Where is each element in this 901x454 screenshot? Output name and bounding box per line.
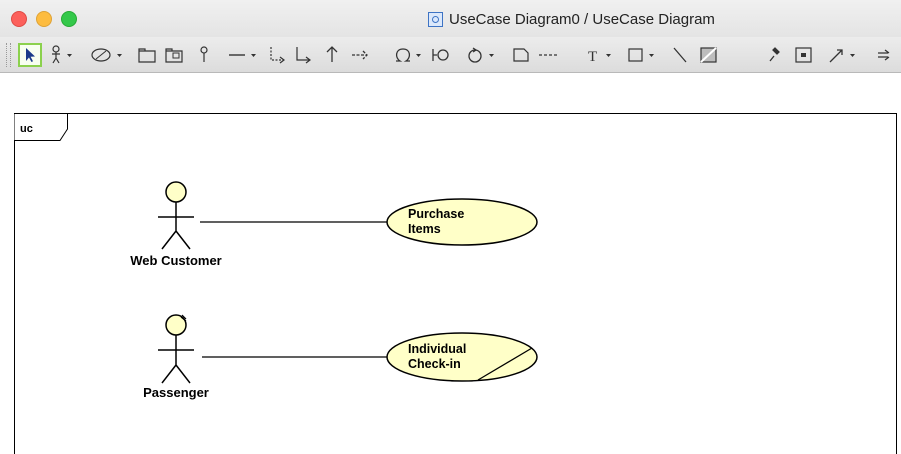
image-icon xyxy=(700,47,717,63)
actor-label-web-customer: Web Customer xyxy=(130,253,222,268)
toolbar-grip[interactable] xyxy=(6,43,11,67)
actor-web-customer[interactable] xyxy=(158,181,194,250)
subsystem-tool-button[interactable] xyxy=(163,43,185,67)
usecase-label-line: Check-in xyxy=(408,357,461,371)
pin-push-tool-button[interactable] xyxy=(764,43,784,67)
dependency-tool-button[interactable] xyxy=(349,43,371,67)
select-tool-button[interactable] xyxy=(18,43,42,67)
include-tool-button[interactable] xyxy=(292,43,314,67)
frame-label: uc xyxy=(20,123,33,135)
subsystem-icon xyxy=(165,48,183,63)
rectangle-tool-button[interactable] xyxy=(626,43,666,67)
usecase-tool-button[interactable] xyxy=(88,43,128,67)
minimize-window-button[interactable] xyxy=(36,11,52,27)
overflow-icon xyxy=(878,49,890,61)
image-tool-button[interactable] xyxy=(698,43,720,67)
text-tool-button[interactable]: T xyxy=(584,43,620,67)
actor-body xyxy=(158,335,194,384)
control-tool-button[interactable] xyxy=(464,43,500,67)
actor-icon xyxy=(52,45,72,64)
note-icon xyxy=(513,48,529,62)
window-title-group: UseCase Diagram0 / UseCase Diagram xyxy=(428,9,715,29)
title-bar[interactable]: UseCase Diagram0 / UseCase Diagram xyxy=(0,0,901,37)
rectangle-icon xyxy=(628,48,654,62)
frame-icon xyxy=(795,47,812,63)
right-arrow-icon xyxy=(352,50,368,60)
uc-frame[interactable] xyxy=(14,113,897,454)
diagonal-arrow-icon xyxy=(829,49,855,63)
usecase-label-line: Items xyxy=(408,222,441,236)
actor-tool-button[interactable] xyxy=(48,43,80,67)
more-tool-button[interactable] xyxy=(874,43,898,67)
actor-body xyxy=(158,202,194,250)
usecase-label-purchase-items: Purchase Items xyxy=(408,207,464,237)
association-line-icon xyxy=(229,54,256,57)
control-icon xyxy=(468,47,494,63)
usecase-ellipse-icon xyxy=(91,48,122,62)
connector-tool-button[interactable] xyxy=(826,43,866,67)
extend-tool-button[interactable] xyxy=(266,43,288,67)
line-tool-button[interactable] xyxy=(670,43,690,67)
extend-arrow-icon xyxy=(270,47,285,64)
note-tool-button[interactable] xyxy=(510,43,532,67)
association-tool-button[interactable] xyxy=(226,43,262,67)
realization-tool-button[interactable] xyxy=(430,43,452,67)
diagram-toolbar: T xyxy=(0,37,901,73)
pin-tool-button[interactable] xyxy=(194,43,214,67)
maximize-window-button[interactable] xyxy=(61,11,77,27)
frame-tool-button[interactable] xyxy=(793,43,815,67)
arrow-pointer-icon xyxy=(26,48,35,62)
actor-label-passenger: Passenger xyxy=(143,385,209,400)
generalization-tool-button[interactable] xyxy=(322,43,342,67)
app-window: UseCase Diagram0 / UseCase Diagram T uc … xyxy=(0,0,901,454)
pushpin-icon xyxy=(769,47,780,62)
usecase-label-line: Individual xyxy=(408,342,467,356)
diagram-icon xyxy=(428,11,443,27)
interface-tool-button[interactable] xyxy=(391,43,427,67)
include-arrow-icon xyxy=(296,47,311,64)
actor-passenger[interactable] xyxy=(158,314,194,384)
package-icon xyxy=(138,48,156,63)
diagonal-line-icon xyxy=(673,47,687,63)
boundary-icon xyxy=(432,49,449,61)
up-arrow-icon xyxy=(326,46,338,62)
close-window-button[interactable] xyxy=(11,11,27,27)
usecase-label-line: Purchase xyxy=(408,207,465,221)
note-anchor-tool-button[interactable] xyxy=(536,43,562,67)
omega-icon xyxy=(395,48,421,62)
text-tool-icon: T xyxy=(588,49,611,65)
package-tool-button[interactable] xyxy=(136,43,158,67)
window-title: UseCase Diagram0 / UseCase Diagram xyxy=(449,10,715,28)
diagram-canvas[interactable]: uc Web Customer Passenger Purchase Items… xyxy=(0,73,901,454)
usecase-label-individual-checkin: Individual Check-in xyxy=(408,342,466,372)
svg-text:T: T xyxy=(588,49,597,65)
pin-icon xyxy=(200,46,208,62)
actor-head xyxy=(165,181,187,203)
dashed-line-icon xyxy=(539,54,558,56)
